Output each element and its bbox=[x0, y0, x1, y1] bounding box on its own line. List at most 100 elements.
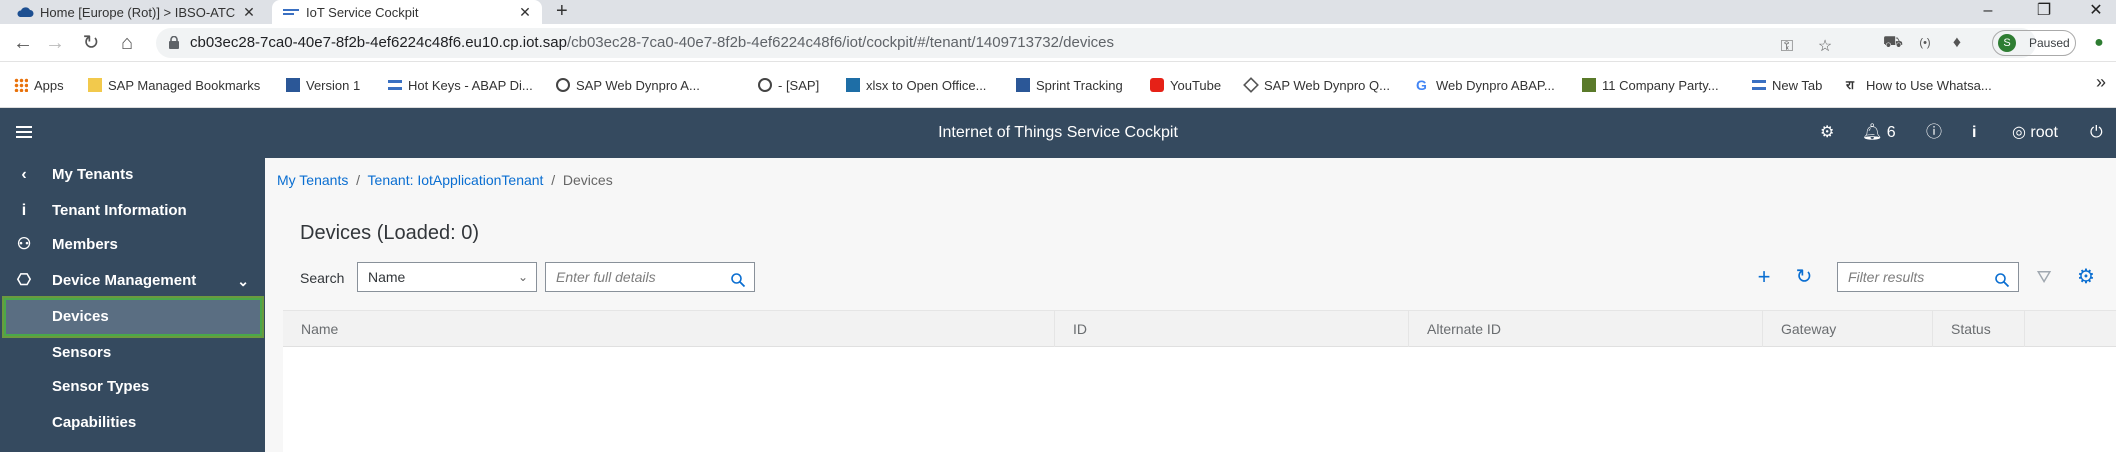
image-icon bbox=[1582, 78, 1596, 92]
table-settings-icon[interactable]: ⚙ bbox=[2071, 262, 2101, 292]
device-management-icon: ⎔ bbox=[17, 272, 31, 289]
bookmark-webdynpro-abap[interactable]: G Web Dynpro ABAP... bbox=[1416, 76, 1555, 94]
sidebar-item-sensor-types[interactable]: Sensor Types bbox=[0, 370, 265, 404]
sap-page-icon bbox=[388, 80, 402, 90]
power-icon[interactable]: ⏻ bbox=[2090, 121, 2103, 145]
hindi-logo-icon: रा bbox=[1846, 78, 1855, 92]
breadcrumb-tenant[interactable]: Tenant: IotApplicationTenant bbox=[368, 172, 544, 188]
bookmark-sap-managed[interactable]: SAP Managed Bookmarks bbox=[88, 76, 260, 94]
sidebar-item-label: Capabilities bbox=[52, 414, 137, 431]
filter-results-input[interactable]: Filter results bbox=[1837, 262, 2019, 292]
browser-tab-home[interactable]: Home [Europe (Rot)] > IBSO-ATC ✕ bbox=[6, 0, 266, 24]
help-icon[interactable]: ⓘ bbox=[1926, 121, 1942, 145]
search-icon[interactable] bbox=[730, 269, 746, 288]
profile-status: Paused bbox=[2029, 36, 2070, 50]
restore-button[interactable]: ❐ bbox=[2024, 0, 2064, 24]
chevron-down-icon: ⌄ bbox=[517, 270, 528, 284]
clear-filter-icon[interactable]: ⛛ bbox=[2029, 262, 2059, 292]
pin-extension-icon[interactable]: ♦ bbox=[1944, 30, 1970, 56]
refresh-icon[interactable]: ↻ bbox=[1789, 262, 1819, 292]
bookmark-new-tab[interactable]: New Tab bbox=[1752, 76, 1822, 94]
bookmark-label: - [SAP] bbox=[778, 77, 820, 93]
avatar: S bbox=[1998, 34, 2016, 52]
new-tab-button[interactable]: + bbox=[556, 0, 568, 24]
breadcrumb-my-tenants[interactable]: My Tenants bbox=[277, 172, 348, 188]
reload-icon[interactable]: ↻ bbox=[76, 24, 106, 62]
sidebar-item-devices[interactable]: Devices bbox=[2, 296, 264, 338]
bookmark-label: How to Use Whatsa... bbox=[1866, 77, 1992, 93]
profile-button[interactable]: S Paused bbox=[1992, 30, 2076, 56]
extension-green-icon[interactable]: ● bbox=[2086, 30, 2112, 56]
sidebar-item-tenant-information[interactable]: i Tenant Information bbox=[0, 194, 265, 228]
sidebar-item-members[interactable]: ⚇ Members bbox=[0, 228, 265, 262]
key-icon[interactable]: ⚿ bbox=[1774, 34, 1800, 60]
bookmark-sap-webdynpro-q[interactable]: SAP Web Dynpro Q... bbox=[1243, 76, 1390, 94]
bookmark-company-party[interactable]: 11 Company Party... bbox=[1582, 76, 1719, 94]
breadcrumb-current: Devices bbox=[562, 172, 613, 188]
minimize-button[interactable]: – bbox=[1968, 0, 2008, 24]
sidebar-item-label: Tenant Information bbox=[52, 202, 187, 219]
cart-extension-icon[interactable]: ⛟ bbox=[1880, 30, 1906, 56]
search-field-select[interactable]: Name ⌄ bbox=[357, 262, 537, 292]
settings-icon[interactable]: ⚙ bbox=[1820, 121, 1834, 145]
sidebar-item-device-management[interactable]: ⎔ Device Management ⌄ bbox=[0, 264, 265, 298]
column-header-name[interactable]: Name bbox=[283, 311, 1055, 347]
column-header-id[interactable]: ID bbox=[1055, 311, 1409, 347]
user-icon: ◎ bbox=[2012, 124, 2026, 141]
chevron-down-icon: ⌄ bbox=[237, 273, 249, 289]
breadcrumb-separator: / bbox=[551, 172, 556, 188]
column-header-status[interactable]: Status bbox=[1933, 311, 2025, 347]
bookmarks-overflow-button[interactable]: » bbox=[2096, 72, 2106, 93]
tab-title: IoT Service Cockpit bbox=[306, 4, 419, 20]
sidebar-item-my-tenants[interactable]: ‹ My Tenants bbox=[0, 158, 265, 192]
members-icon: ⚇ bbox=[16, 236, 32, 253]
main-content: My Tenants / Tenant: IotApplicationTenan… bbox=[265, 158, 2116, 452]
bookmark-hot-keys[interactable]: Hot Keys - ABAP Di... bbox=[388, 76, 533, 94]
close-window-button[interactable]: ✕ bbox=[2076, 0, 2116, 24]
bookmark-youtube[interactable]: YouTube bbox=[1150, 76, 1221, 94]
star-icon[interactable]: ☆ bbox=[1812, 34, 1838, 60]
user-menu-button[interactable]: ◎ root bbox=[2012, 121, 2058, 145]
sidebar-item-label: Devices bbox=[52, 308, 109, 325]
search-icon[interactable] bbox=[1994, 269, 2010, 288]
bookmark-label: Sprint Tracking bbox=[1036, 77, 1123, 93]
browser-tab-iot[interactable]: IoT Service Cockpit ✕ bbox=[272, 0, 542, 24]
bookmark-xlsx[interactable]: xlsx to Open Office... bbox=[846, 76, 986, 94]
info-icon[interactable]: i bbox=[1972, 121, 1976, 145]
add-device-button[interactable]: + bbox=[1749, 262, 1779, 292]
notifications-button[interactable]: 🔔︎ 6 bbox=[1862, 121, 1896, 145]
sidebar-item-label: Members bbox=[52, 236, 118, 253]
devices-table: Name ID Alternate ID Gateway Status bbox=[283, 310, 2116, 452]
back-icon[interactable]: ← bbox=[8, 24, 38, 62]
bookmark-label: Web Dynpro ABAP... bbox=[1436, 77, 1555, 93]
search-input[interactable]: Enter full details bbox=[545, 262, 755, 292]
bookmark-sap-webdynpro-a[interactable]: SAP Web Dynpro A... bbox=[556, 76, 700, 94]
bookmark-label: SAP Web Dynpro A... bbox=[576, 77, 700, 93]
close-tab-icon[interactable]: ✕ bbox=[516, 4, 534, 21]
sidebar-item-sensors[interactable]: Sensors bbox=[0, 336, 265, 370]
column-header-alternate-id[interactable]: Alternate ID bbox=[1409, 311, 1763, 347]
bookmark-sap[interactable]: - [SAP] bbox=[758, 76, 819, 94]
column-header-gateway[interactable]: Gateway bbox=[1763, 311, 1933, 347]
shell-bar: Internet of Things Service Cockpit ⚙ 🔔︎ … bbox=[0, 108, 2116, 158]
extension-icon[interactable]: (•) bbox=[1912, 30, 1938, 56]
browser-toolbar: ← → ↻ ⌂ cb03ec28-7ca0-40e7-8f2b-4ef6224c… bbox=[0, 24, 2116, 62]
bookmark-label: SAP Web Dynpro Q... bbox=[1264, 77, 1390, 93]
bookmark-apps[interactable]: Apps bbox=[14, 76, 64, 94]
sidebar-item-capabilities[interactable]: Capabilities bbox=[0, 406, 265, 440]
address-bar[interactable]: cb03ec28-7ca0-40e7-8f2b-4ef6224c48f6.eu1… bbox=[156, 28, 2036, 58]
forward-icon[interactable]: → bbox=[40, 24, 70, 62]
bookmark-version-1[interactable]: Version 1 bbox=[286, 76, 360, 94]
page-icon bbox=[1016, 78, 1030, 92]
bookmark-whatsapp[interactable]: रा How to Use Whatsa... bbox=[1846, 76, 1992, 94]
search-placeholder: Enter full details bbox=[556, 269, 656, 285]
cloud-icon bbox=[16, 6, 34, 18]
home-icon[interactable]: ⌂ bbox=[112, 24, 142, 62]
url-text: cb03ec28-7ca0-40e7-8f2b-4ef6224c48f6.eu1… bbox=[190, 28, 1114, 58]
user-name: root bbox=[2030, 124, 2058, 141]
google-icon: G bbox=[1416, 77, 1427, 93]
bookmark-label: YouTube bbox=[1170, 77, 1222, 93]
bookmark-sprint-tracking[interactable]: Sprint Tracking bbox=[1016, 76, 1123, 94]
page-icon bbox=[286, 78, 300, 92]
close-tab-icon[interactable]: ✕ bbox=[240, 4, 258, 21]
